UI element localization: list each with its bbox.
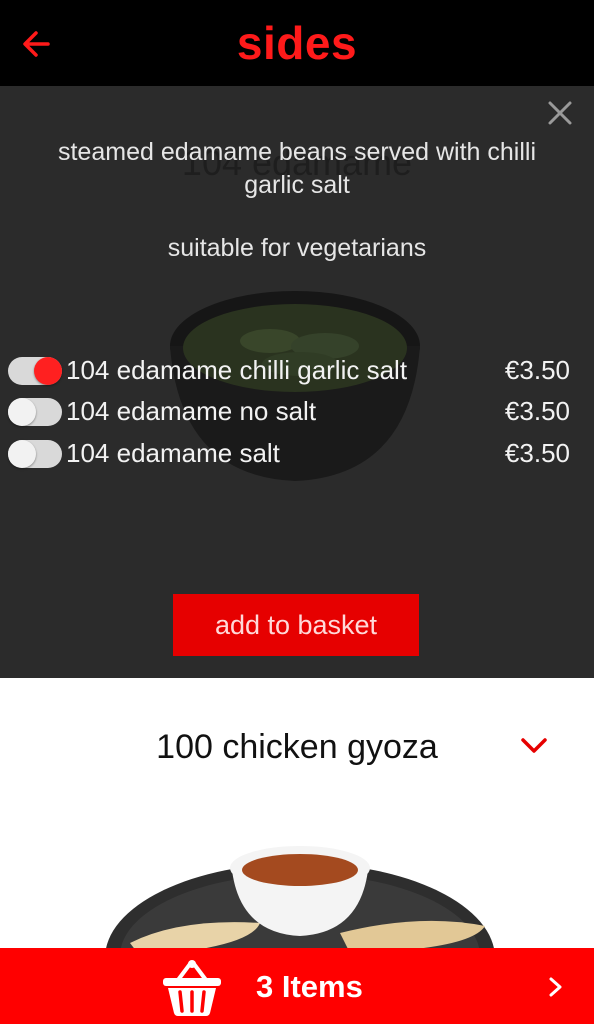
toggle-knob bbox=[34, 357, 62, 385]
option-row-chilli-garlic-salt[interactable]: 104 edamame chilli garlic salt €3.50 bbox=[0, 351, 594, 391]
option-name: 104 edamame salt bbox=[66, 438, 280, 468]
item-description: steamed edamame beans served with chilli… bbox=[57, 138, 536, 199]
dietary-note: suitable for vegetarians bbox=[167, 234, 427, 262]
option-price: €3.50 bbox=[504, 355, 570, 385]
option-name: 104 edamame no salt bbox=[66, 396, 317, 426]
option-toggle[interactable] bbox=[8, 440, 62, 468]
basket-bar[interactable]: 3 Items bbox=[0, 948, 594, 1024]
option-toggle[interactable] bbox=[8, 357, 62, 385]
app-header: sides bbox=[0, 0, 594, 86]
item-detail-panel: 104 edamame steamed edamame beans served… bbox=[0, 86, 594, 678]
basket-item-count: 3 Items bbox=[256, 969, 363, 1004]
option-toggle[interactable] bbox=[8, 398, 62, 426]
toggle-knob bbox=[8, 440, 36, 468]
chevron-down-icon[interactable] bbox=[520, 736, 548, 756]
page-title: sides bbox=[236, 17, 358, 69]
close-icon[interactable] bbox=[545, 98, 575, 128]
basket-icon bbox=[163, 960, 221, 1016]
gyoza-plate-image bbox=[106, 846, 494, 948]
option-row-no-salt[interactable]: 104 edamame no salt €3.50 bbox=[0, 392, 594, 432]
option-name: 104 edamame chilli garlic salt bbox=[66, 355, 408, 385]
option-row-salt[interactable]: 104 edamame salt €3.50 bbox=[0, 434, 594, 474]
menu-item-card[interactable]: 100 chicken gyoza bbox=[0, 678, 594, 948]
option-price: €3.50 bbox=[504, 438, 570, 468]
toggle-knob bbox=[8, 398, 36, 426]
add-to-basket-button[interactable]: add to basket bbox=[173, 594, 419, 656]
menu-item-title: 100 chicken gyoza bbox=[156, 728, 438, 766]
chevron-right-icon bbox=[549, 977, 562, 997]
option-price: €3.50 bbox=[504, 396, 570, 426]
